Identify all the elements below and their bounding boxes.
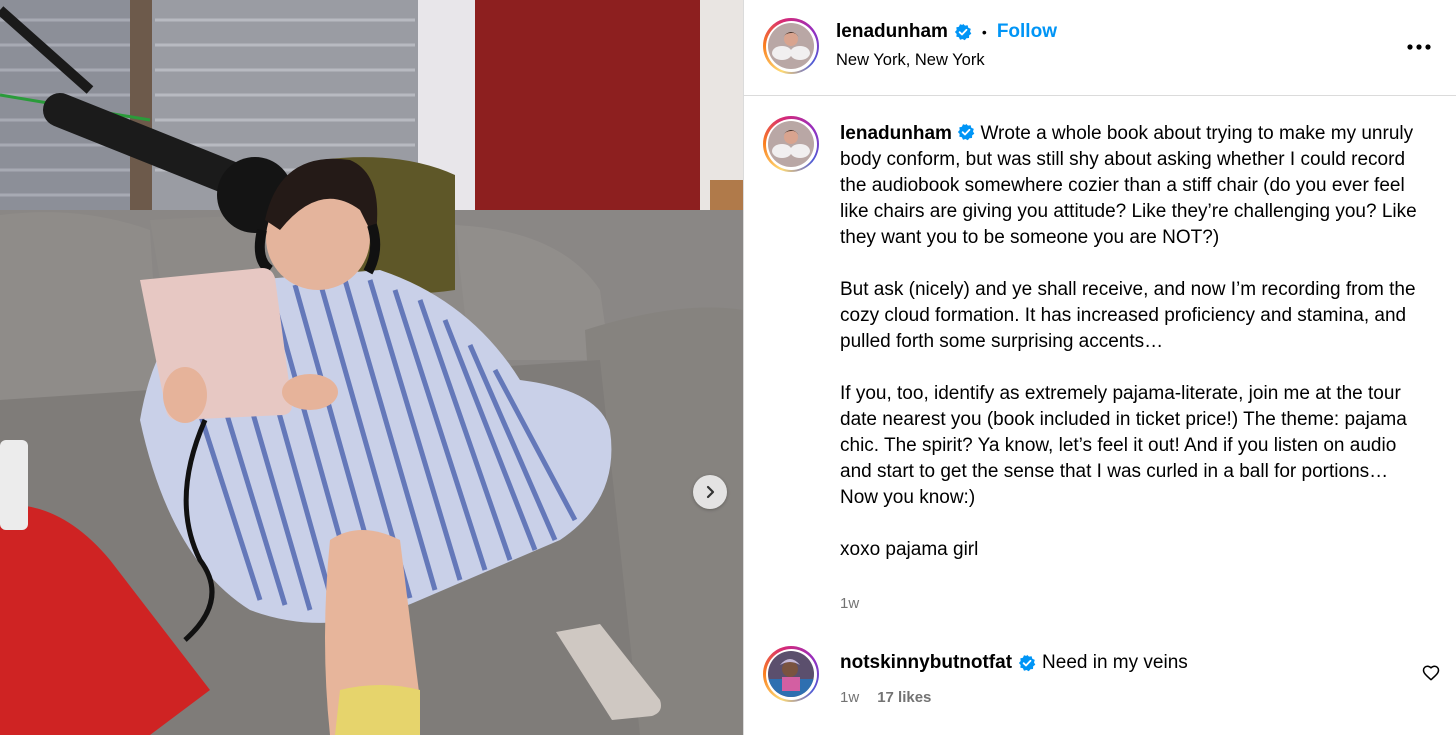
chevron-right-icon <box>706 485 715 499</box>
photo-scene <box>0 0 743 735</box>
comment-likes[interactable]: 17 likes <box>877 689 931 706</box>
header-separator: • <box>981 24 987 40</box>
post-photo[interactable] <box>0 0 743 735</box>
comment-item: notskinnybutnotfat Need in my veins 1w 1… <box>744 636 1456 735</box>
caption-paragraph: xoxo pajama girl <box>840 539 979 560</box>
verified-badge-icon <box>958 123 975 141</box>
post-details-panel: lenadunham • Follow New York, New York l… <box>743 0 1456 735</box>
caption-author-avatar[interactable] <box>763 116 819 172</box>
commenter-username[interactable]: notskinnybutnotfat <box>840 652 1012 674</box>
author-avatar[interactable] <box>763 18 819 74</box>
next-slide-button[interactable] <box>693 475 727 509</box>
heart-icon[interactable] <box>1422 664 1440 682</box>
caption-paragraph: If you, too, identify as extremely pajam… <box>840 383 1413 508</box>
caption-username[interactable]: lenadunham <box>840 123 952 144</box>
verified-badge-icon <box>1018 654 1036 672</box>
more-options-icon <box>1407 44 1431 50</box>
verified-badge-icon <box>954 23 972 41</box>
follow-button[interactable]: Follow <box>997 21 1057 43</box>
commenter-avatar[interactable] <box>763 646 819 702</box>
post-header: lenadunham • Follow New York, New York <box>744 0 1456 96</box>
avatar-image <box>768 121 814 167</box>
more-options-button[interactable] <box>1407 30 1431 56</box>
avatar-image <box>768 23 814 69</box>
avatar-image <box>768 651 814 697</box>
post-location[interactable]: New York, New York <box>836 51 985 70</box>
comment-text: Need in my veins <box>1042 652 1188 673</box>
caption-timestamp[interactable]: 1w <box>840 595 859 612</box>
comment-timestamp[interactable]: 1w <box>840 689 859 706</box>
caption-text: lenadunham Wrote a whole book about tryi… <box>840 121 1425 563</box>
caption-paragraph: But ask (nicely) and ye shall receive, a… <box>840 279 1421 352</box>
author-username[interactable]: lenadunham <box>836 21 948 43</box>
